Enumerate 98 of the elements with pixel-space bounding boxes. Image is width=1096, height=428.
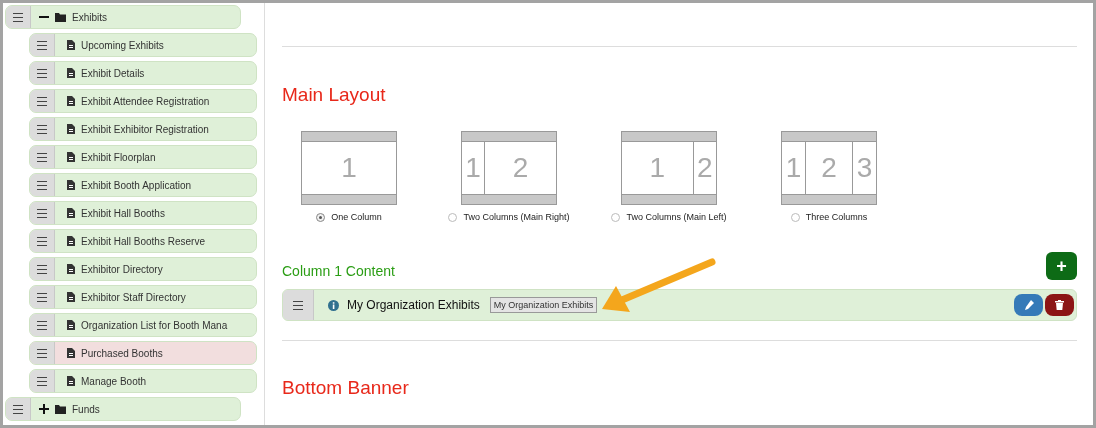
tree-item[interactable]: Exhibit Floorplan xyxy=(29,145,257,169)
item-label: Exhibit Booth Application xyxy=(81,179,192,191)
section-heading: Main Layout xyxy=(282,84,387,106)
pencil-icon xyxy=(1023,300,1034,310)
document-icon xyxy=(67,236,75,246)
item-label: Exhibitor Directory xyxy=(81,263,163,275)
folder-icon xyxy=(55,404,66,414)
drag-handle[interactable] xyxy=(30,174,55,196)
document-icon xyxy=(67,96,75,106)
menu-icon xyxy=(13,404,23,414)
drag-handle[interactable] xyxy=(6,398,31,420)
item-label: Funds xyxy=(72,403,100,415)
item-label: Exhibit Hall Booths xyxy=(81,207,165,219)
tree-item[interactable]: Exhibitor Staff Directory xyxy=(29,285,257,309)
drag-handle[interactable] xyxy=(30,146,55,168)
item-label: Organization List for Booth Mana xyxy=(81,319,228,331)
tree-item[interactable]: Exhibit Hall Booths Reserve xyxy=(29,229,257,253)
item-label: Exhibit Details xyxy=(81,67,145,79)
tree-item[interactable]: Purchased Booths xyxy=(29,341,257,365)
tree-item[interactable]: Exhibit Hall Booths xyxy=(29,201,257,225)
document-icon xyxy=(67,124,75,134)
item-label: Exhibit Attendee Registration xyxy=(81,95,210,107)
document-icon xyxy=(67,320,75,330)
document-icon xyxy=(67,348,75,358)
tree-item[interactable]: Organization List for Booth Mana xyxy=(29,313,257,337)
drag-handle[interactable] xyxy=(30,258,55,280)
document-icon xyxy=(67,292,75,302)
drag-handle[interactable] xyxy=(30,34,55,56)
tree-item[interactable]: Exhibit Booth Application xyxy=(29,173,257,197)
content-title: My Organization Exhibits xyxy=(347,298,480,312)
radio-label: Three Columns xyxy=(805,212,868,222)
radio-label: Two Columns (Main Right) xyxy=(463,212,570,222)
menu-icon xyxy=(293,300,303,310)
column-number: 1 xyxy=(784,151,803,185)
tree-item[interactable]: Funds xyxy=(5,397,241,421)
tree-item[interactable]: Exhibitor Directory xyxy=(29,257,257,281)
plus-icon xyxy=(39,404,49,414)
menu-icon xyxy=(37,264,47,274)
menu-icon xyxy=(37,376,47,386)
tree-item[interactable]: Exhibit Details xyxy=(29,61,257,85)
drag-handle[interactable] xyxy=(6,6,31,28)
drag-handle[interactable] xyxy=(30,202,55,224)
document-icon xyxy=(67,40,75,50)
document-icon xyxy=(67,180,75,190)
section-heading: Bottom Banner xyxy=(282,377,410,399)
radio-button[interactable] xyxy=(316,212,326,222)
item-label: Exhibit Exhibitor Registration xyxy=(81,123,209,135)
tree-item[interactable]: Exhibits xyxy=(5,5,241,29)
add-button[interactable]: + xyxy=(1046,252,1077,280)
menu-icon xyxy=(37,180,47,190)
menu-icon xyxy=(37,96,47,106)
drag-handle[interactable] xyxy=(30,314,55,336)
radio-label: Two Columns (Main Left) xyxy=(626,212,727,222)
content-tag: My Organization Exhibits xyxy=(489,297,598,313)
section-heading: Column 1 Content xyxy=(282,263,395,279)
tree-item[interactable]: Exhibit Attendee Registration xyxy=(29,89,257,113)
item-label: Exhibits xyxy=(72,11,107,23)
item-label: Purchased Booths xyxy=(81,347,163,359)
folder-icon xyxy=(55,12,66,22)
drag-handle[interactable] xyxy=(283,290,314,320)
drag-handle[interactable] xyxy=(30,230,55,252)
drag-handle[interactable] xyxy=(30,62,55,84)
menu-icon xyxy=(37,292,47,302)
column-number: 1 xyxy=(648,151,667,185)
drag-handle[interactable] xyxy=(30,118,55,140)
info-icon xyxy=(328,299,339,311)
column-number: 1 xyxy=(340,151,358,185)
document-icon xyxy=(67,208,75,218)
menu-icon xyxy=(37,124,47,134)
document-icon xyxy=(67,68,75,78)
document-icon xyxy=(67,376,75,386)
drag-handle[interactable] xyxy=(30,286,55,308)
document-icon xyxy=(67,152,75,162)
menu-icon xyxy=(37,320,47,330)
menu-icon xyxy=(37,152,47,162)
menu-icon xyxy=(37,208,47,218)
menu-icon xyxy=(13,12,23,22)
item-label: Upcoming Exhibits xyxy=(81,39,164,51)
menu-icon xyxy=(37,236,47,246)
column-number: 1 xyxy=(464,151,482,185)
drag-handle[interactable] xyxy=(30,370,55,392)
item-label: Manage Booth xyxy=(81,375,147,387)
menu-icon xyxy=(37,348,47,358)
radio-label: One Column xyxy=(331,212,382,222)
tree-item[interactable]: Exhibit Exhibitor Registration xyxy=(29,117,257,141)
tree-item[interactable]: Upcoming Exhibits xyxy=(29,33,257,57)
menu-icon xyxy=(37,40,47,50)
edit-button[interactable] xyxy=(1014,294,1043,316)
item-label: Exhibit Hall Booths Reserve xyxy=(81,235,205,247)
drag-handle[interactable] xyxy=(30,90,55,112)
item-label: Exhibit Floorplan xyxy=(81,151,156,163)
tree-item[interactable]: Manage Booth xyxy=(29,369,257,393)
menu-icon xyxy=(37,68,47,78)
item-label: Exhibitor Staff Directory xyxy=(81,291,186,303)
drag-handle[interactable] xyxy=(30,342,55,364)
document-icon xyxy=(67,264,75,274)
delete-button[interactable] xyxy=(1045,294,1074,316)
trash-icon xyxy=(1055,300,1064,310)
